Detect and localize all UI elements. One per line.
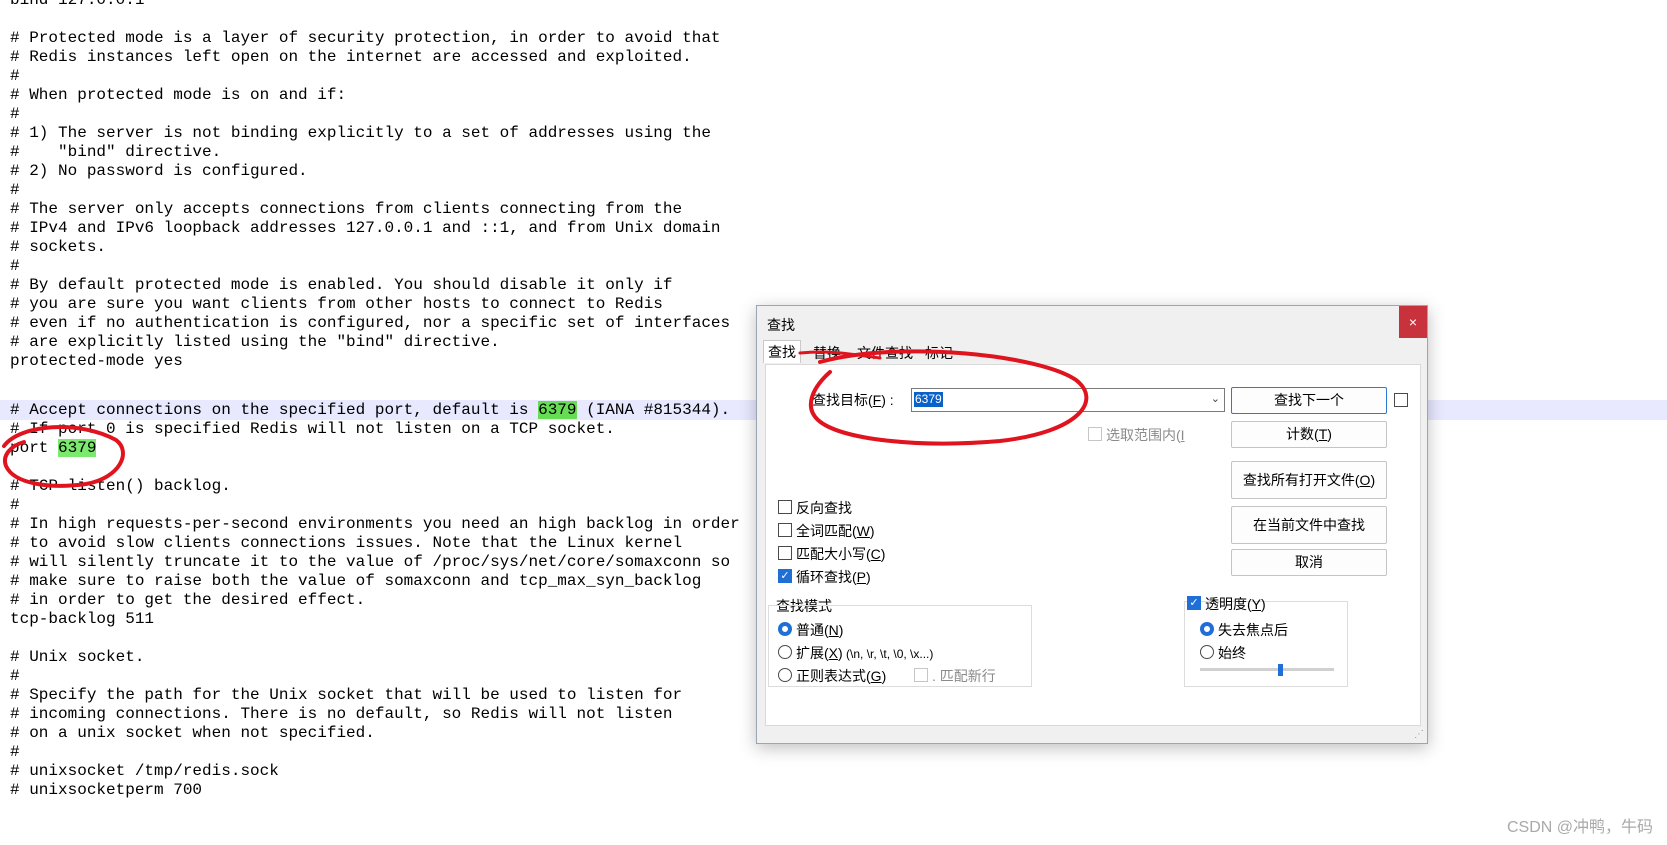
- chevron-down-icon[interactable]: ⌄: [1211, 392, 1220, 405]
- find-panel: 查找目标(F) : 6379 ⌄ 查找下一个 选取范围内(I 计数(T) 查找所…: [765, 364, 1421, 726]
- whole-word-checkbox[interactable]: [778, 523, 792, 537]
- mode-regex-label: 正则表达式(G): [796, 668, 887, 684]
- resize-grip-icon[interactable]: ⋰: [1414, 729, 1424, 740]
- search-match-highlight: 6379: [538, 401, 577, 419]
- code-line: # Protected mode is a layer of security …: [10, 29, 721, 47]
- code-line: # unixsocket /tmp/redis.sock: [10, 762, 279, 780]
- cancel-button[interactable]: 取消: [1231, 549, 1387, 576]
- tab-bar: 查找 替换 文件查找 标记: [757, 340, 1427, 364]
- code-line: bind 127.0.0.1: [10, 0, 145, 9]
- code-line: #: [10, 496, 20, 514]
- tab-replace[interactable]: 替换: [813, 343, 841, 363]
- code-line: # "bind" directive.: [10, 143, 222, 161]
- dot-newline-label: . 匹配新行: [932, 668, 996, 684]
- wrap-around-checkbox[interactable]: ✓: [778, 569, 792, 583]
- count-button[interactable]: 计数(T): [1231, 421, 1387, 448]
- code-line: # Redis instances left open on the inter…: [10, 48, 692, 66]
- code-line: # are explicitly listed using the "bind"…: [10, 333, 500, 351]
- code-line: # IPv4 and IPv6 loopback addresses 127.0…: [10, 219, 721, 237]
- find-dialog: 查找 × 查找 替换 文件查找 标记 查找目标(F) : 6379 ⌄ 查找下一…: [756, 305, 1428, 744]
- transparency-label: 透明度(Y): [1205, 596, 1266, 612]
- backward-checkbox[interactable]: [778, 500, 792, 514]
- code-line: # sockets.: [10, 238, 107, 256]
- code-line: #: [10, 181, 20, 199]
- tab-mark[interactable]: 标记: [925, 343, 953, 363]
- find-in-current-file-button[interactable]: 在当前文件中查找: [1231, 506, 1387, 544]
- transparency-checkbox[interactable]: ✓: [1187, 596, 1201, 610]
- code-line: # The server only accepts connections fr…: [10, 200, 683, 218]
- extra-option-checkbox[interactable]: [1394, 393, 1408, 407]
- code-line: # incoming connections. There is no defa…: [10, 705, 673, 723]
- match-case-label: 匹配大小写(C): [796, 546, 886, 562]
- code-line: # By default protected mode is enabled. …: [10, 276, 673, 294]
- mode-normal-label: 普通(N): [796, 622, 844, 638]
- code-line: # will silently truncate it to the value…: [10, 553, 731, 571]
- mode-extended-label: 扩展(X) (\n, \r, \t, \0, \x...): [796, 645, 934, 661]
- mode-extended-radio[interactable]: [778, 645, 792, 659]
- code-line: protected-mode yes: [10, 352, 183, 370]
- code-line: #: [10, 743, 20, 761]
- transparency-slider-thumb[interactable]: [1278, 664, 1284, 676]
- code-line: #: [10, 105, 20, 123]
- code-line-accept: # Accept connections on the specified po…: [10, 401, 731, 419]
- code-line: # on a unix socket when not specified.: [10, 724, 375, 742]
- find-next-button[interactable]: 查找下一个: [1231, 387, 1387, 414]
- in-selection-checkbox[interactable]: [1088, 427, 1102, 441]
- trans-lose-focus-label: 失去焦点后: [1218, 622, 1288, 638]
- backward-label: 反向查找: [796, 500, 852, 516]
- code-line: tcp-backlog 511: [10, 610, 155, 628]
- in-selection-label: 选取范围内(I: [1106, 427, 1185, 443]
- code-line: #: [10, 667, 20, 685]
- code-line: #: [10, 67, 20, 85]
- code-line: # make sure to raise both the value of s…: [10, 572, 702, 590]
- code-line: #: [10, 257, 20, 275]
- wrap-around-label: 循环查找(P): [796, 569, 871, 585]
- code-line: # 1) The server is not binding explicitl…: [10, 124, 711, 142]
- code-line: # unixsocketperm 700: [10, 781, 203, 799]
- code-line: # Unix socket.: [10, 648, 145, 666]
- find-all-open-files-button[interactable]: 查找所有打开文件(O): [1231, 461, 1387, 499]
- watermark: CSDN @冲鸭，牛码: [1506, 819, 1653, 836]
- code-line: # If port 0 is specified Redis will not …: [10, 420, 615, 438]
- transparency-slider[interactable]: [1200, 668, 1334, 671]
- tab-find[interactable]: 查找: [763, 340, 801, 363]
- close-icon: ×: [1408, 314, 1418, 330]
- mode-normal-radio[interactable]: [778, 622, 792, 636]
- code-line: # even if no authentication is configure…: [10, 314, 731, 332]
- trans-always-label: 始终: [1218, 645, 1246, 661]
- code-line: # Specify the path for the Unix socket t…: [10, 686, 683, 704]
- search-match-highlight: 6379: [58, 439, 97, 457]
- mode-regex-radio[interactable]: [778, 668, 792, 682]
- code-line: # in order to get the desired effect.: [10, 591, 366, 609]
- code-line-port: port 6379: [10, 439, 97, 457]
- dialog-title: 查找: [767, 317, 795, 333]
- match-case-checkbox[interactable]: [778, 546, 792, 560]
- trans-lose-focus-radio[interactable]: [1200, 622, 1214, 636]
- close-button[interactable]: ×: [1399, 306, 1427, 338]
- tab-find-in-files[interactable]: 文件查找: [857, 343, 913, 363]
- find-target-label: 查找目标(F) :: [812, 392, 894, 408]
- code-line: # to avoid slow clients connections issu…: [10, 534, 683, 552]
- code-line: # 2) No password is configured.: [10, 162, 308, 180]
- trans-always-radio[interactable]: [1200, 645, 1214, 659]
- find-target-value[interactable]: 6379: [914, 392, 943, 407]
- code-line: # In high requests-per-second environmen…: [10, 515, 740, 533]
- find-target-combobox[interactable]: 6379 ⌄: [911, 388, 1225, 412]
- whole-word-label: 全词匹配(W): [796, 523, 875, 539]
- dot-newline-checkbox[interactable]: [914, 668, 928, 682]
- code-line: # When protected mode is on and if:: [10, 86, 347, 104]
- code-line: # TCP listen() backlog.: [10, 477, 231, 495]
- code-line: # you are sure you want clients from oth…: [10, 295, 663, 313]
